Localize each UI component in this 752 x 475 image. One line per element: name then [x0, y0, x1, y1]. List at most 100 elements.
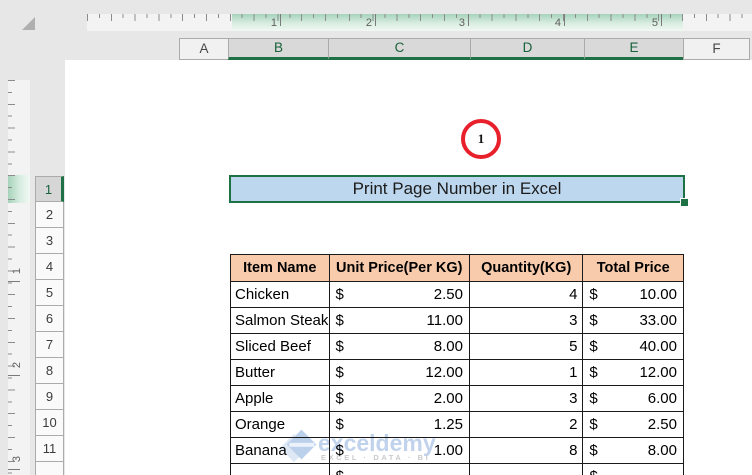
- cell-total[interactable]: $2.50: [583, 412, 683, 438]
- cell-item[interactable]: [231, 464, 330, 475]
- column-header-b[interactable]: B: [228, 38, 328, 60]
- header-unit-price[interactable]: Unit Price(Per KG): [329, 255, 470, 282]
- cell-quantity[interactable]: 1: [469, 360, 584, 386]
- currency-symbol: $: [335, 312, 344, 329]
- ruler-inch-tick: [564, 14, 565, 26]
- cell-total[interactable]: $10.00: [583, 282, 683, 308]
- row-header-12-partial[interactable]: [35, 462, 64, 475]
- column-header-c[interactable]: C: [328, 38, 470, 60]
- header-quantity[interactable]: Quantity(KG): [469, 255, 584, 282]
- column-header-d[interactable]: D: [470, 38, 584, 60]
- currency-symbol: $: [589, 416, 598, 433]
- cell-unit-price[interactable]: $11.00: [329, 308, 470, 334]
- row-header-9[interactable]: 9: [35, 384, 64, 410]
- row-header-8[interactable]: 8: [35, 358, 64, 384]
- currency-symbol: $: [335, 338, 344, 355]
- cell-total[interactable]: $12.00: [583, 360, 683, 386]
- price-value: 1.25: [433, 416, 463, 433]
- price-value: 40.00: [639, 338, 677, 355]
- ruler-inch-tick: [468, 14, 469, 26]
- table-row: Salmon Steak $11.00 3 $33.00: [231, 308, 683, 334]
- selection-fill-handle[interactable]: [680, 198, 689, 207]
- column-header-e[interactable]: E: [584, 38, 683, 60]
- cell-item[interactable]: Chicken: [231, 282, 330, 308]
- currency-symbol: $: [335, 416, 344, 433]
- cell-unit-price[interactable]: $12.00: [329, 360, 470, 386]
- currency-symbol: $: [336, 467, 344, 475]
- column-header-f[interactable]: F: [683, 38, 750, 60]
- cell-quantity[interactable]: 3: [469, 308, 584, 334]
- cell-quantity[interactable]: 8: [469, 438, 584, 464]
- title-cell[interactable]: Print Page Number in Excel: [229, 175, 685, 203]
- currency-symbol: $: [335, 364, 344, 381]
- row-header-2[interactable]: 2: [35, 202, 64, 228]
- ruler-inch-tick: [8, 281, 20, 282]
- cell-unit-price[interactable]: $2.00: [329, 386, 470, 412]
- cell-item[interactable]: Salmon Steak: [231, 308, 330, 334]
- ruler-inch-tick: [8, 375, 20, 376]
- row-header-6[interactable]: 6: [35, 306, 64, 332]
- row-header-10[interactable]: 10: [35, 410, 64, 436]
- cell-item[interactable]: Orange: [231, 412, 330, 438]
- price-value: 2.50: [433, 286, 463, 303]
- ruler-number: 2: [365, 17, 372, 29]
- cell-unit-price[interactable]: $1.00: [329, 438, 470, 464]
- page-number[interactable]: 1: [478, 131, 485, 147]
- currency-symbol: $: [589, 442, 598, 459]
- price-value: 2.50: [647, 416, 677, 433]
- header-total-price[interactable]: Total Price: [583, 255, 683, 282]
- ruler-number: 2: [11, 361, 23, 369]
- cell-item[interactable]: Butter: [231, 360, 330, 386]
- cell-unit-price[interactable]: $1.25: [329, 412, 470, 438]
- row-header-11[interactable]: 11: [35, 436, 64, 462]
- cell-total[interactable]: $: [583, 464, 683, 475]
- cell-quantity[interactable]: 2: [469, 412, 584, 438]
- data-table: Item Name Unit Price(Per KG) Quantity(KG…: [230, 254, 684, 475]
- cell-total[interactable]: $33.00: [583, 308, 683, 334]
- row-header-4[interactable]: 4: [35, 254, 64, 280]
- cell-quantity[interactable]: 4: [469, 282, 584, 308]
- cell-unit-price[interactable]: $2.50: [329, 282, 470, 308]
- price-value: 12.00: [425, 364, 463, 381]
- vertical-ruler: 1 2 3: [8, 80, 30, 475]
- excel-page-layout-view: 1 2 3 4 5 1 2 3 A B C D E F 1 2 3 4 5 6 …: [0, 0, 752, 475]
- column-header-a[interactable]: A: [179, 38, 228, 60]
- cell-total[interactable]: $6.00: [583, 386, 683, 412]
- ruler-number: 5: [651, 17, 658, 29]
- table-row: Apple $2.00 3 $6.00: [231, 386, 683, 412]
- row-header-7[interactable]: 7: [35, 332, 64, 358]
- table-row: Butter $12.00 1 $12.00: [231, 360, 683, 386]
- cell-quantity[interactable]: [470, 464, 584, 475]
- cell-item[interactable]: Banana: [231, 438, 330, 464]
- cell-item[interactable]: Sliced Beef: [231, 334, 330, 360]
- ruler-number: 1: [270, 17, 277, 29]
- cell-quantity[interactable]: 5: [469, 334, 584, 360]
- ruler-number: 1: [11, 267, 23, 275]
- price-value: 33.00: [639, 312, 677, 329]
- cell-total[interactable]: $40.00: [583, 334, 683, 360]
- ruler-inch-tick: [280, 14, 281, 26]
- currency-symbol: $: [589, 467, 597, 475]
- cell-quantity[interactable]: 3: [469, 386, 584, 412]
- cell-item[interactable]: Apple: [231, 386, 330, 412]
- row-header-3[interactable]: 3: [35, 228, 64, 254]
- price-value: 6.00: [647, 390, 677, 407]
- row-header-5[interactable]: 5: [35, 280, 64, 306]
- cell-total[interactable]: $8.00: [583, 438, 683, 464]
- table-row: Banana $1.00 8 $8.00: [231, 438, 683, 464]
- header-item-name[interactable]: Item Name: [231, 255, 330, 282]
- select-all-icon[interactable]: [22, 17, 35, 30]
- ruler-inch-tick: [661, 14, 662, 26]
- horizontal-ruler: 1 2 3 4 5: [87, 14, 752, 31]
- cell-unit-price[interactable]: $8.00: [329, 334, 470, 360]
- price-value: 12.00: [639, 364, 677, 381]
- currency-symbol: $: [335, 286, 344, 303]
- price-value: 8.00: [433, 338, 463, 355]
- cell-unit-price[interactable]: $: [330, 464, 470, 475]
- row-header-1[interactable]: 1: [35, 176, 64, 202]
- price-value: 2.00: [433, 390, 463, 407]
- currency-symbol: $: [335, 442, 344, 459]
- price-value: 10.00: [639, 286, 677, 303]
- table-row: Orange $1.25 2 $2.50: [231, 412, 683, 438]
- page-number-annotation-circle: 1: [461, 119, 501, 159]
